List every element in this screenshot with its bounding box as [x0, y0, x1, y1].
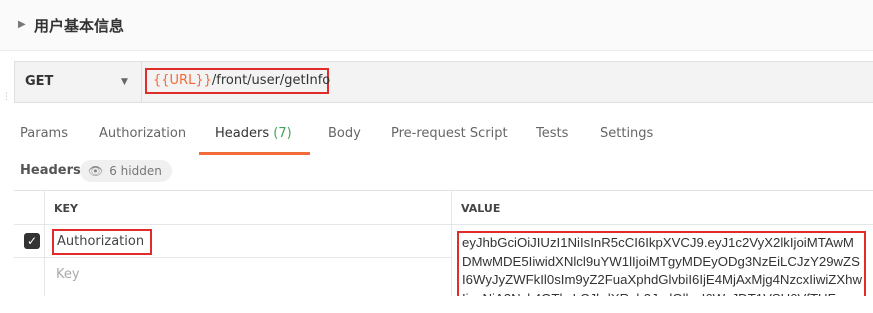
row-divider: [14, 224, 873, 225]
tab-tests[interactable]: Tests: [536, 126, 568, 141]
header-key-field[interactable]: Authorization: [52, 229, 153, 255]
panel-bottom-edge: [0, 296, 873, 313]
tab-params[interactable]: Params: [20, 126, 68, 141]
postman-request-panel: ▶ 用户基本信息 GET ▼ {{URL}}/front/user/getInf…: [0, 0, 873, 313]
chevron-down-icon: ▼: [121, 77, 128, 87]
header-enabled-checkbox[interactable]: ✓: [24, 233, 40, 249]
request-title-bar: ▶ 用户基本信息: [0, 0, 873, 51]
header-value-text: eyJhbGciOiJIUzI1NiIsInR5cCI6IkpXVCJ9.eyJ…: [462, 235, 862, 299]
headers-table: KEY VALUE ✓ Authorization eyJhbGciOiJIUz…: [14, 190, 873, 311]
request-title[interactable]: 用户基本信息: [34, 15, 124, 36]
tab-authorization[interactable]: Authorization: [99, 126, 186, 141]
column-divider[interactable]: [451, 191, 452, 311]
tab-headers-count: (7): [273, 126, 292, 141]
row-divider: [14, 257, 451, 258]
drag-handle-icon: ⋮: [2, 92, 11, 102]
header-value-field[interactable]: eyJhbGciOiJIUzI1NiIsInR5cCI6IkpXVCJ9.eyJ…: [457, 231, 866, 301]
new-key-placeholder[interactable]: Key: [56, 267, 80, 282]
column-divider: [44, 191, 45, 311]
tab-headers[interactable]: Headers (7): [215, 126, 292, 141]
url-variable: {{URL}}: [153, 73, 212, 88]
tab-body[interactable]: Body: [328, 126, 361, 141]
tab-pre-request-script[interactable]: Pre-request Script: [391, 126, 508, 141]
collapse-caret-icon[interactable]: ▶: [18, 19, 26, 30]
active-tab-indicator: [199, 152, 310, 155]
method-label: GET: [25, 74, 54, 89]
hidden-headers-label: 6 hidden: [109, 164, 162, 178]
headers-section-title: Headers: [20, 163, 81, 178]
request-tabs: Params Authorization Headers (7) Body Pr…: [0, 118, 873, 158]
method-select[interactable]: GET ▼: [15, 62, 142, 102]
eye-icon: 👁: [88, 164, 104, 178]
tab-settings[interactable]: Settings: [600, 126, 653, 141]
url-bar: GET ▼ {{URL}}/front/user/getInfo: [14, 61, 873, 103]
hidden-headers-toggle[interactable]: 👁 6 hidden: [80, 160, 172, 182]
column-header-value: VALUE: [461, 202, 501, 215]
column-header-key: KEY: [54, 202, 79, 215]
url-path: /front/user/getInfo: [211, 73, 331, 88]
url-input[interactable]: {{URL}}/front/user/getInfo: [145, 68, 331, 94]
tab-headers-label: Headers: [215, 126, 270, 141]
